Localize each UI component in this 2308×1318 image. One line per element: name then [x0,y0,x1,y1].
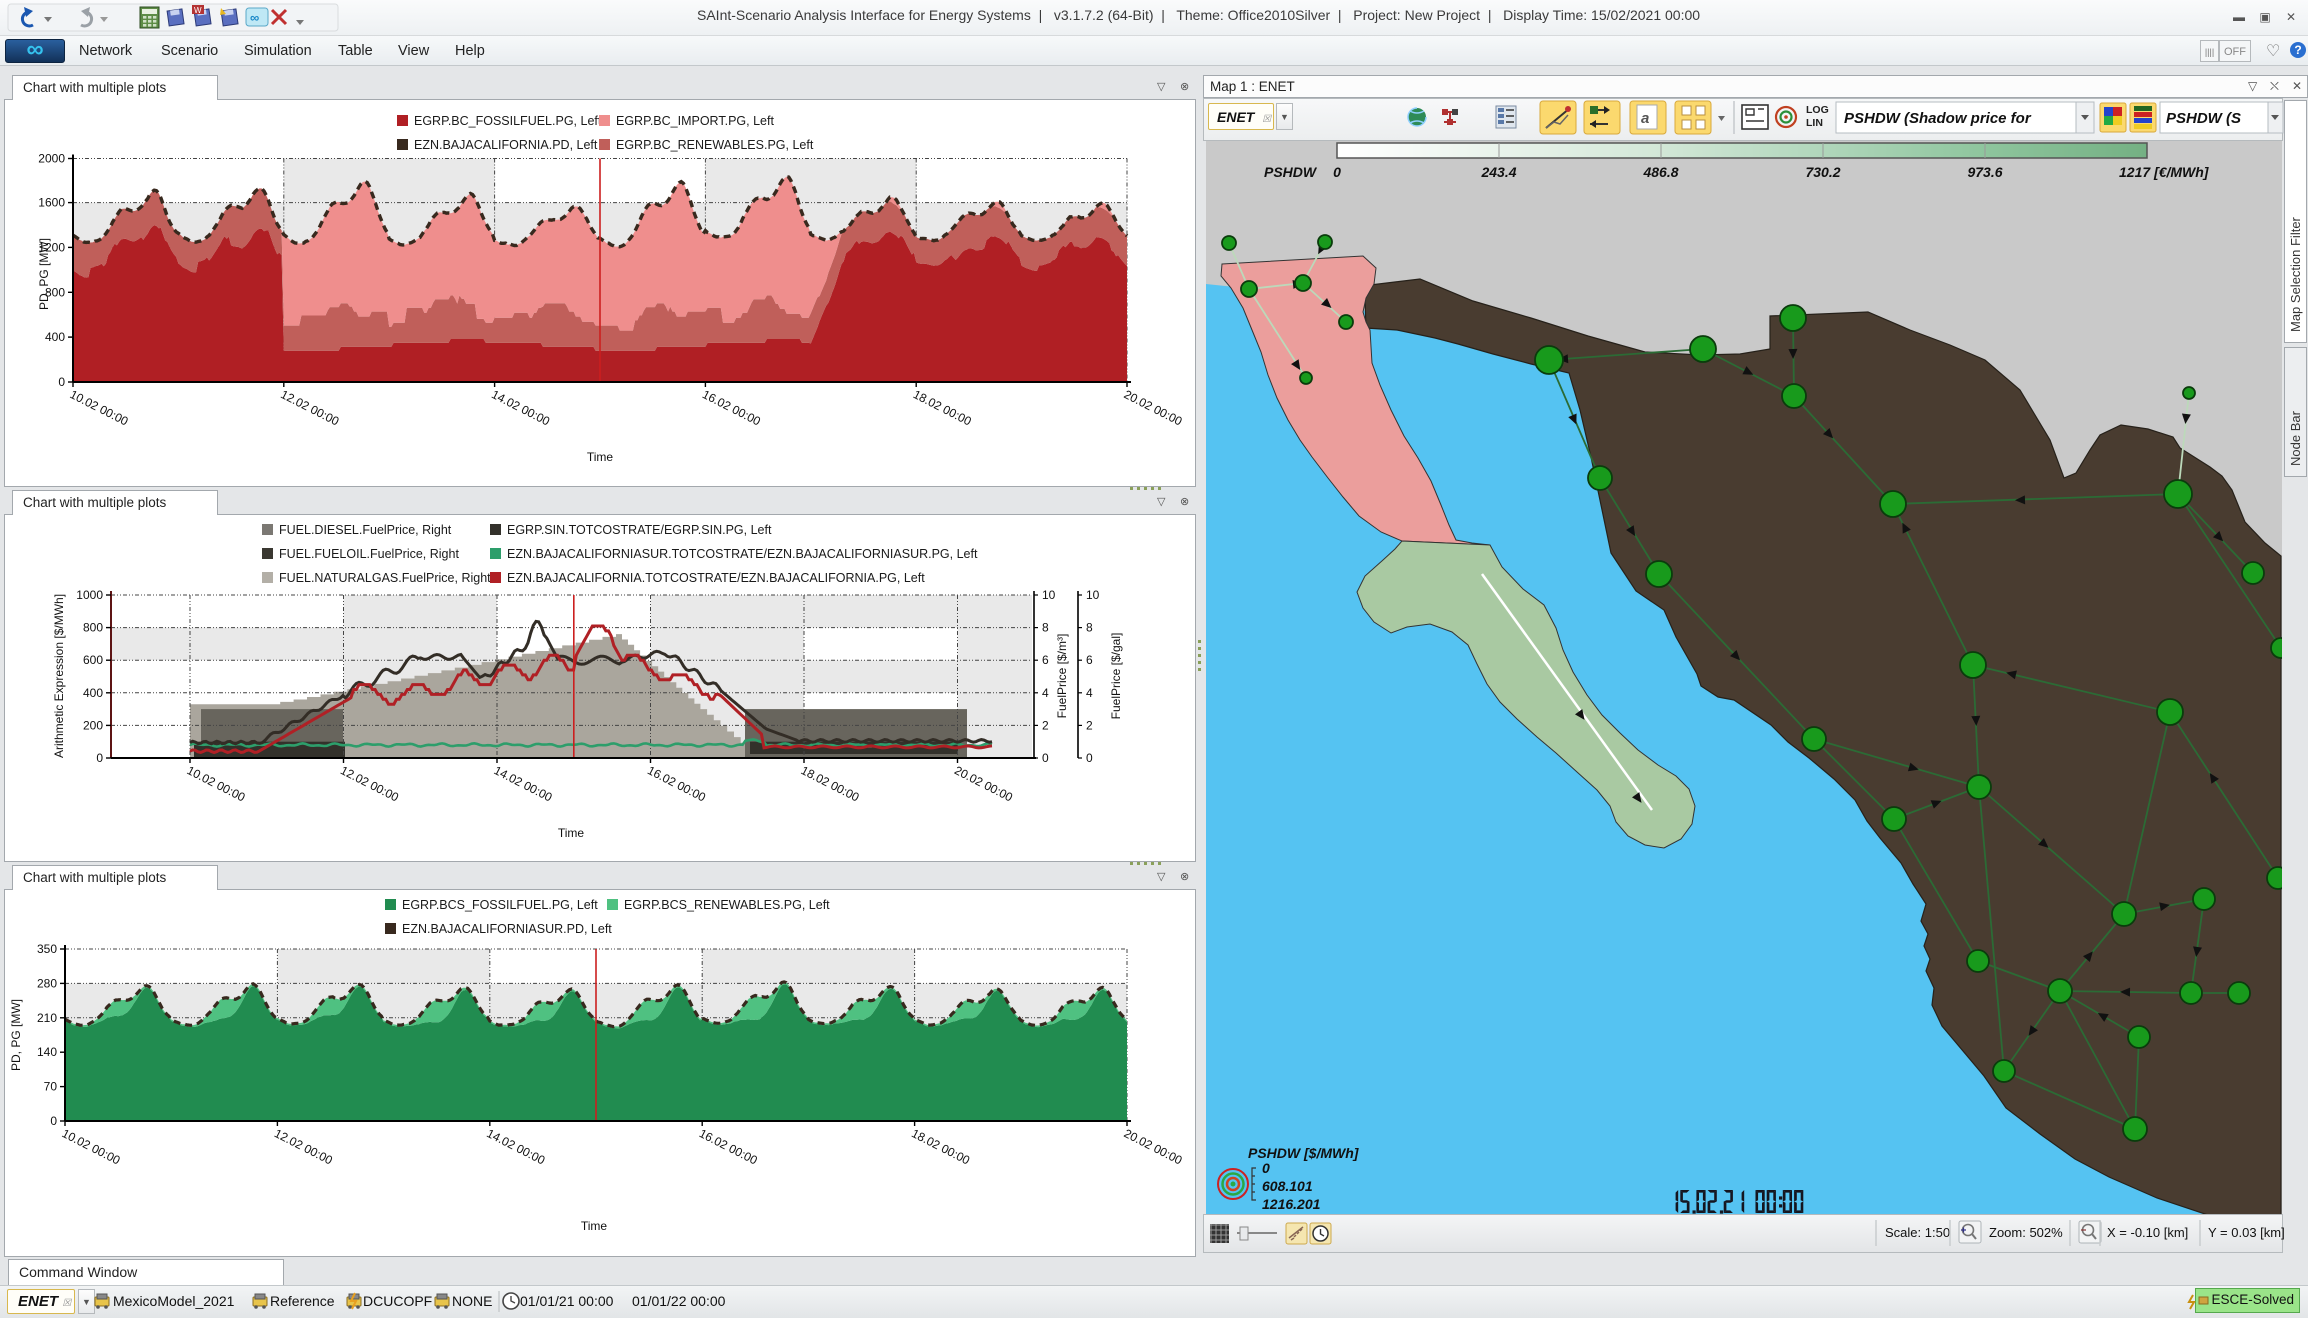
svg-text:730.2: 730.2 [1805,164,1840,180]
svg-text:243.4: 243.4 [1480,164,1516,180]
svg-text:1217 [€/MWh]: 1217 [€/MWh] [2119,164,2210,180]
svg-text:608.101: 608.101 [1262,1178,1313,1194]
svg-text:0: 0 [1262,1160,1270,1176]
svg-text:973.6: 973.6 [1967,164,2002,180]
svg-text:PSHDW: PSHDW [1264,164,1318,180]
svg-text:PSHDW [$/MWh]: PSHDW [$/MWh] [1248,1145,1360,1161]
svg-text:0: 0 [1333,164,1341,180]
svg-text:1216.201: 1216.201 [1262,1196,1321,1212]
svg-text:486.8: 486.8 [1642,164,1678,180]
